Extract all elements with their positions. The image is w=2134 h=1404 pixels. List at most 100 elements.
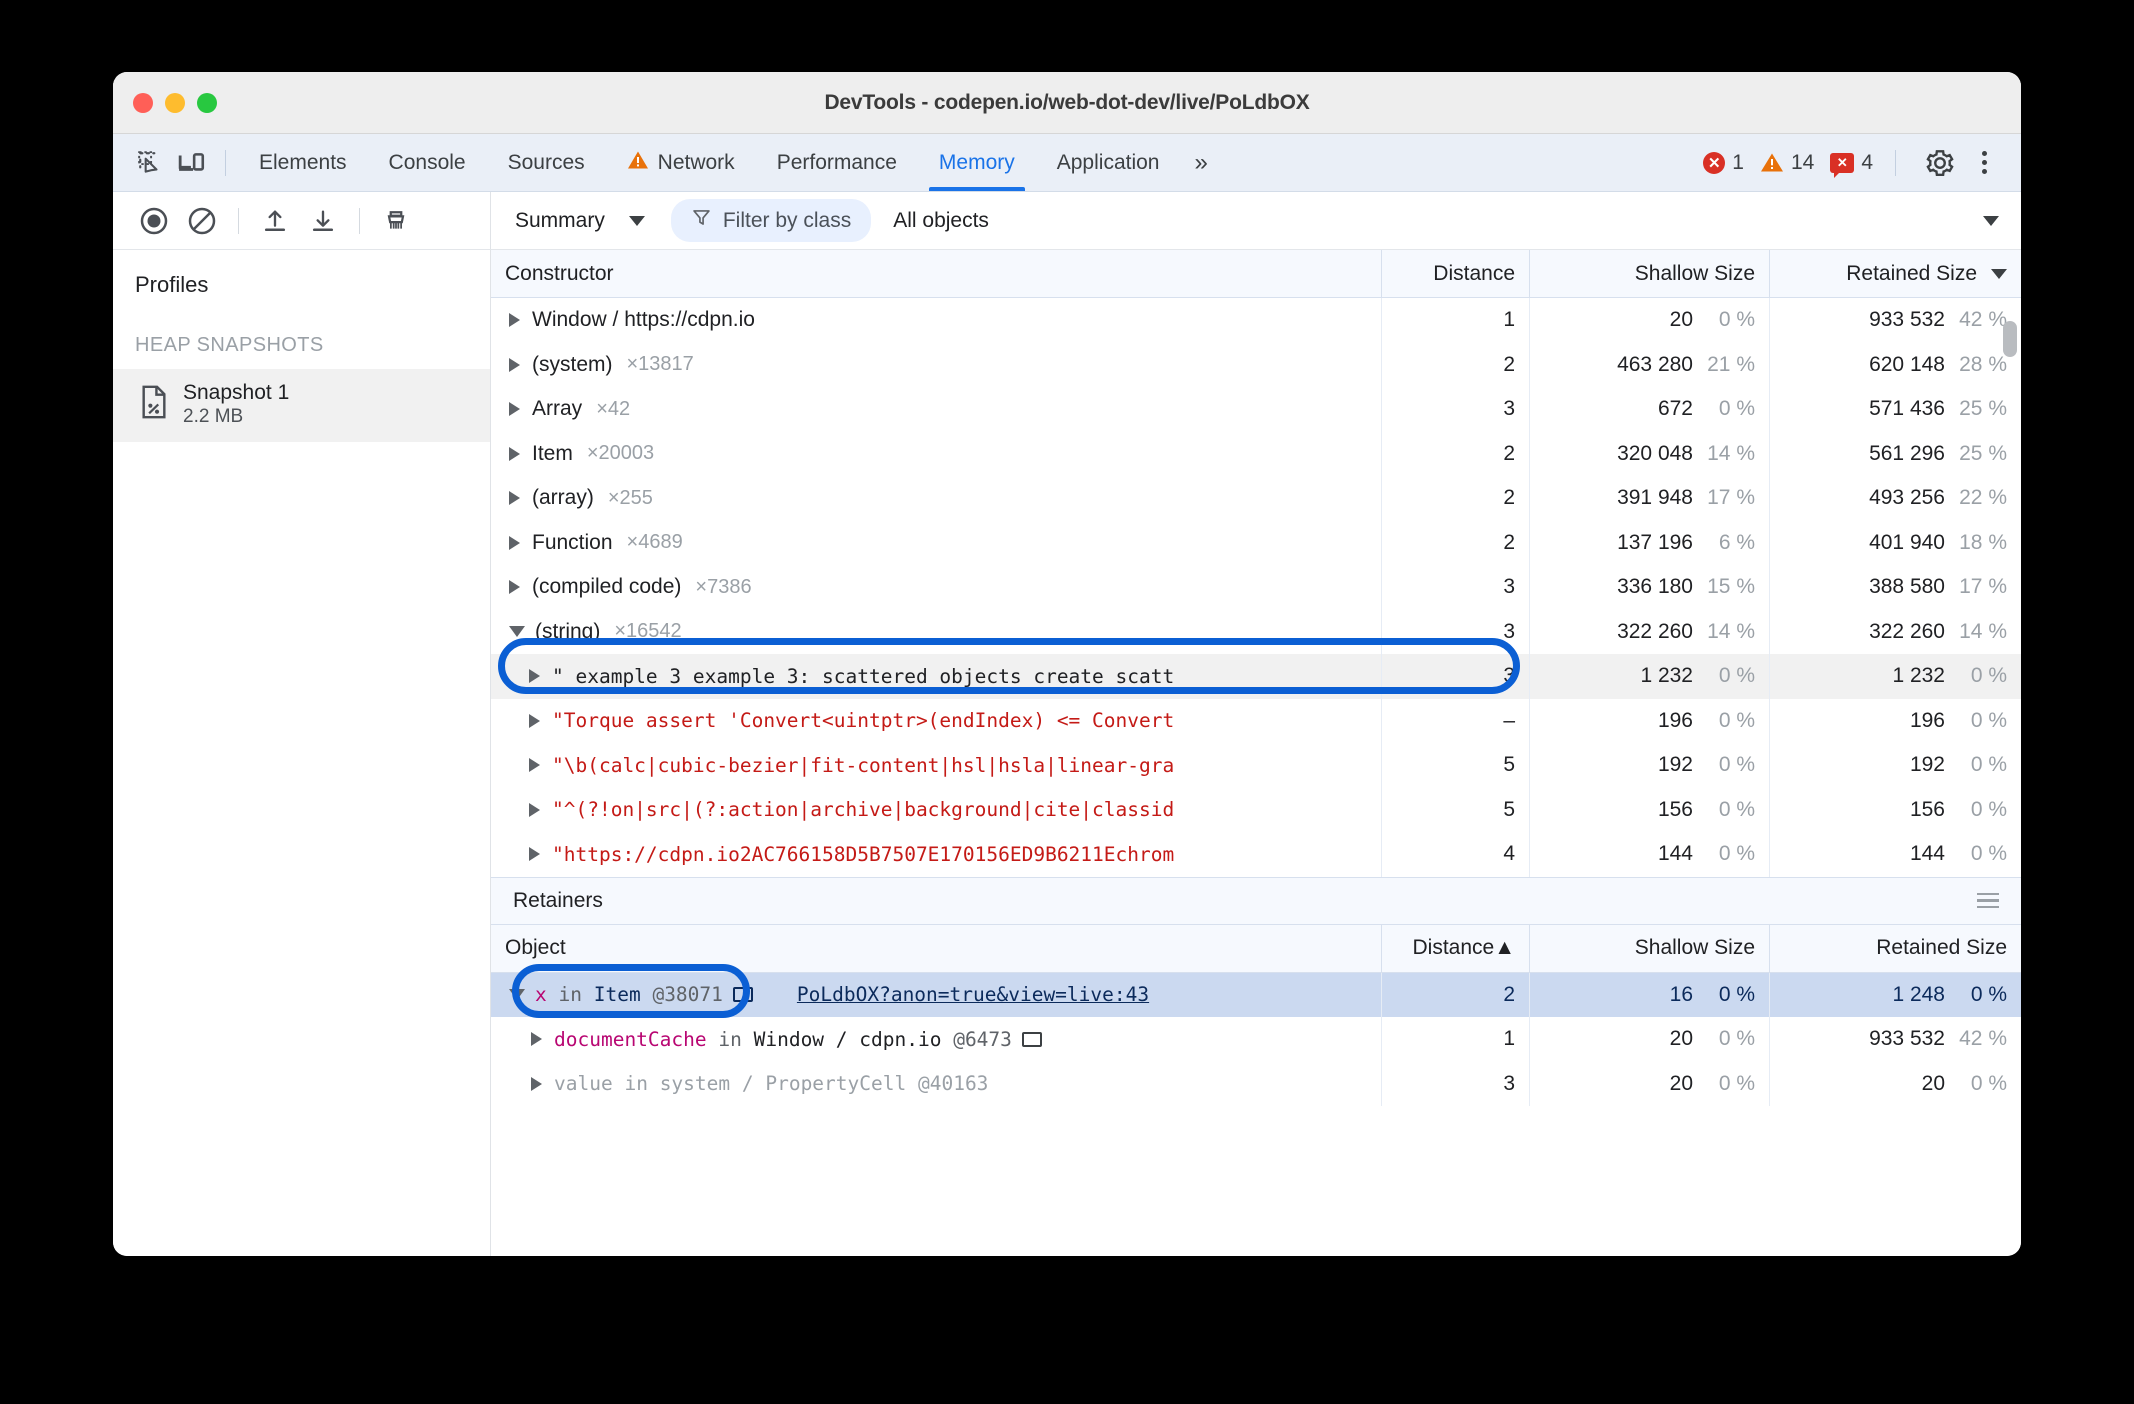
triangle-right-icon[interactable] bbox=[509, 446, 520, 461]
tab-application[interactable]: Application bbox=[1036, 134, 1181, 191]
tab-console[interactable]: Console bbox=[368, 134, 487, 191]
cell-value: 192 0 % bbox=[1769, 743, 2021, 788]
triangle-right-icon[interactable] bbox=[529, 669, 540, 684]
load-profile-icon[interactable] bbox=[252, 199, 298, 243]
table-row[interactable]: Item ×20003 2 320 048 14 % 561 296 25 % bbox=[491, 431, 2021, 477]
column-header-retained-size[interactable]: Retained Size bbox=[1769, 924, 2021, 972]
gear-icon[interactable] bbox=[1919, 143, 1961, 183]
string-value-cell[interactable]: "\b(calc|cubic-bezier|fit-content|hsl|hs… bbox=[491, 743, 1381, 788]
tab-sources[interactable]: Sources bbox=[487, 134, 606, 191]
collect-garbage-icon[interactable] bbox=[373, 199, 419, 243]
violation-count-badge[interactable]: ✕ 4 bbox=[1830, 151, 1873, 178]
constructor-cell[interactable]: (string) ×16542 bbox=[491, 610, 1381, 655]
constructor-cell[interactable]: (compiled code) ×7386 bbox=[491, 565, 1381, 610]
table-row-string[interactable]: "https://cdpn.io2AC766158D5B7507E170156E… bbox=[491, 832, 2021, 877]
record-heap-snapshot-icon[interactable] bbox=[131, 199, 177, 243]
warning-count-badge[interactable]: 14 bbox=[1760, 151, 1814, 175]
object-cell[interactable]: x in Item @38071 PoLdbOX?anon=true&view=l… bbox=[491, 973, 1381, 1018]
table-row-string[interactable]: "Torque assert 'Convert<uintptr>(endInde… bbox=[491, 698, 2021, 744]
triangle-right-icon[interactable] bbox=[509, 402, 520, 417]
column-header-shallow-size[interactable]: Shallow Size bbox=[1529, 250, 1769, 297]
retainer-row[interactable]: value in system / PropertyCell @40163 3 20… bbox=[491, 1061, 2021, 1107]
device-toolbar-icon[interactable] bbox=[171, 143, 213, 183]
triangle-right-icon[interactable] bbox=[529, 847, 540, 862]
tab-network[interactable]: Network bbox=[606, 134, 756, 191]
more-tabs-icon[interactable]: » bbox=[1180, 149, 1218, 177]
panel-menu-icon[interactable] bbox=[1977, 892, 1999, 909]
view-type-select[interactable]: Summary bbox=[503, 209, 657, 233]
table-row-string[interactable]: " example 3 example 3: scattered objects… bbox=[491, 654, 2021, 699]
status-badges: ✕ 1 14 ✕ 4 bbox=[1703, 143, 2007, 183]
triangle-right-icon[interactable] bbox=[509, 313, 520, 328]
table-row[interactable]: Array ×42 3 672 0 % 571 436 25 % bbox=[491, 387, 2021, 432]
constructor-name: Array bbox=[532, 397, 583, 421]
constructor-cell[interactable]: Array ×42 bbox=[491, 387, 1381, 432]
percent: 0 % bbox=[1970, 982, 2007, 1006]
constructor-name: (string) bbox=[535, 619, 601, 643]
tab-performance[interactable]: Performance bbox=[756, 134, 918, 191]
column-header-retained-size[interactable]: Retained Size bbox=[1769, 250, 2021, 297]
triangle-right-icon[interactable] bbox=[509, 491, 520, 506]
distance-cell: 3 bbox=[1381, 565, 1529, 610]
error-count-badge[interactable]: ✕ 1 bbox=[1703, 151, 1744, 175]
sidebar-item-snapshot-1[interactable]: Snapshot 1 2.2 MB bbox=[113, 369, 490, 442]
empty-space bbox=[491, 1106, 2021, 1256]
constructor-cell[interactable]: (system) ×13817 bbox=[491, 343, 1381, 388]
table-row[interactable]: (array) ×255 2 391 948 17 % 493 256 22 % bbox=[491, 476, 2021, 521]
clear-profiles-icon[interactable] bbox=[179, 199, 225, 243]
constructor-cell[interactable]: Window / https://cdpn.io bbox=[491, 298, 1381, 343]
save-profile-icon[interactable] bbox=[300, 199, 346, 243]
string-value-cell[interactable]: "^(?!on|src|(?:action|archive|background… bbox=[491, 788, 1381, 833]
table-row-string[interactable]: "^(?!on|src|(?:action|archive|background… bbox=[491, 787, 2021, 833]
column-header-distance[interactable]: Distance bbox=[1381, 250, 1529, 297]
object-cell[interactable]: value in system / PropertyCell @40163 bbox=[491, 1062, 1381, 1107]
triangle-down-icon[interactable] bbox=[509, 989, 525, 1001]
value: 1 232 bbox=[1640, 664, 1693, 688]
triangle-right-icon[interactable] bbox=[531, 1076, 542, 1091]
triangle-down-icon[interactable] bbox=[509, 626, 525, 638]
triangle-right-icon[interactable] bbox=[509, 580, 520, 595]
triangle-right-icon[interactable] bbox=[509, 357, 520, 372]
percent: 0 % bbox=[1970, 1071, 2007, 1095]
triangle-right-icon[interactable] bbox=[509, 535, 520, 550]
more-options-icon[interactable] bbox=[1968, 151, 2001, 174]
column-header-shallow-size[interactable]: Shallow Size bbox=[1529, 924, 1769, 972]
table-row[interactable]: (system) ×13817 2 463 280 21 % 620 148 28 % bbox=[491, 342, 2021, 388]
tab-memory[interactable]: Memory bbox=[918, 134, 1036, 191]
object-cell[interactable]: documentCache in Window / cdpn.io @6473 bbox=[491, 1017, 1381, 1062]
table-row[interactable]: Window / https://cdpn.io 1 20 0 % 933 532 42 … bbox=[491, 298, 2021, 343]
cell-value: 322 260 14 % bbox=[1769, 609, 2021, 654]
string-value-cell[interactable]: " example 3 example 3: scattered objects… bbox=[491, 654, 1381, 699]
table-row[interactable]: (compiled code) ×7386 3 336 180 15 % 388 580 1… bbox=[491, 565, 2021, 610]
inspect-element-icon[interactable] bbox=[129, 143, 171, 183]
cell-value: 196 0 % bbox=[1529, 698, 1769, 743]
constructor-cell[interactable]: Function ×4689 bbox=[491, 521, 1381, 566]
value: 388 580 bbox=[1869, 575, 1945, 599]
keyword-in: in bbox=[718, 1027, 742, 1051]
retainer-row[interactable]: documentCache in Window / cdpn.io @6473 1… bbox=[491, 1017, 2021, 1062]
triangle-right-icon[interactable] bbox=[531, 1032, 542, 1047]
filter-by-class-input[interactable]: Filter by class bbox=[670, 199, 872, 242]
table-row[interactable]: (string) ×16542 3 322 260 14 % 322 260 14 % bbox=[491, 609, 2021, 655]
string-value-cell[interactable]: "https://cdpn.io2AC766158D5B7507E170156E… bbox=[491, 832, 1381, 877]
value: 156 bbox=[1909, 797, 1945, 821]
instance-count: ×255 bbox=[607, 486, 653, 509]
constructor-cell[interactable]: (array) ×255 bbox=[491, 476, 1381, 521]
column-header-constructor[interactable]: Constructor bbox=[491, 250, 1381, 297]
object-scope-select[interactable]: All objects bbox=[871, 209, 2021, 233]
source-location-link[interactable]: PoLdbOX?anon=true&view=live:43 bbox=[797, 983, 1149, 1006]
constructor-cell[interactable]: Item ×20003 bbox=[491, 432, 1381, 477]
tab-elements[interactable]: Elements bbox=[238, 134, 368, 191]
tab-label: Network bbox=[657, 150, 735, 174]
vertical-scrollbar-thumb[interactable] bbox=[2003, 321, 2017, 357]
property-name: x bbox=[535, 983, 547, 1007]
string-value-cell[interactable]: "Torque assert 'Convert<uintptr>(endInde… bbox=[491, 699, 1381, 744]
table-row-string[interactable]: "\b(calc|cubic-bezier|fit-content|hsl|hs… bbox=[491, 743, 2021, 788]
retainer-row[interactable]: x in Item @38071 PoLdbOX?anon=true&view=l… bbox=[491, 972, 2021, 1018]
triangle-right-icon[interactable] bbox=[529, 713, 540, 728]
triangle-right-icon[interactable] bbox=[529, 758, 540, 773]
column-header-object[interactable]: Object bbox=[491, 925, 1381, 972]
column-header-distance[interactable]: Distance▲ bbox=[1381, 924, 1529, 972]
triangle-right-icon[interactable] bbox=[529, 802, 540, 817]
table-row[interactable]: Function ×4689 2 137 196 6 % 401 940 18 % bbox=[491, 520, 2021, 566]
